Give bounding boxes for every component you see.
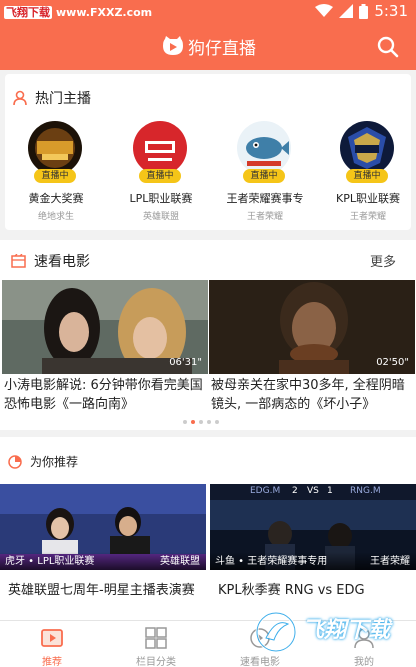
avatar — [237, 121, 291, 175]
movie-caption: 被母亲关在家中30多年, 全程阴暗镜头, 一部病态的《坏小子》 — [211, 378, 405, 412]
watermark-text: 飞翔下载 www.FXXZ.com — [4, 4, 152, 20]
movie-card[interactable]: 06'31" 小涛电影解说: 6分钟带你看完美国恐怖电影《一路向南》 — [2, 280, 208, 416]
hot-anchors-title: 热门主播 — [35, 91, 91, 107]
watermark-label: 飞翔下载 — [302, 618, 391, 643]
recommend-overlay: 斗鱼 • 王者荣耀赛事专用 王者荣耀 — [210, 552, 416, 570]
nav-categories[interactable]: 栏目分类 — [104, 621, 208, 667]
wifi-icon — [315, 4, 334, 17]
scoreboard-right-team: RNG.M — [350, 486, 381, 496]
hot-anchors-card: 热门主播 直播中 黄金大奖赛 绝地求生 直播中 LPL职业联赛 英雄联盟 直播中… — [5, 74, 411, 230]
scoreboard: EDG.M 2 VS 1 RNG.M — [210, 486, 416, 498]
signal-icon — [339, 4, 354, 18]
quick-movies-header: 速看电影 — [11, 251, 90, 271]
quick-movies-section: 速看电影 更多 06'31" 小涛电影解说: 6分钟带你看完美国恐怖电影《一路向… — [0, 240, 416, 430]
nav-label: 推荐 — [42, 657, 62, 667]
quick-movies-title: 速看电影 — [34, 254, 90, 270]
anchor-item[interactable]: 直播中 KPL职业联赛 王者荣耀 — [318, 121, 416, 226]
recommend-thumbnail: 虎牙 • LPL职业联赛 英雄联盟 — [0, 484, 206, 570]
anchor-name: 黄金大奖赛 — [28, 192, 84, 205]
recommend-icon — [8, 454, 22, 469]
movie-card[interactable]: 02'50" 被母亲关在家中30多年, 全程阴暗镜头, 一部病态的《坏小子》 — [209, 280, 415, 416]
movie-thumbnail: 02'50" — [209, 280, 415, 374]
recommend-header: 为你推荐 — [8, 453, 78, 470]
live-badge: 直播中 — [139, 169, 181, 183]
live-badge: 直播中 — [346, 169, 388, 183]
recommend-item-title: KPL秋季赛 RNG vs EDG — [218, 583, 365, 598]
more-link[interactable]: 更多 — [370, 251, 396, 270]
nav-recommend[interactable]: 推荐 — [0, 621, 104, 667]
movie-thumbnail: 06'31" — [2, 280, 208, 374]
watermark-url: www.FXXZ.com — [56, 6, 153, 19]
nav-label: 栏目分类 — [136, 657, 176, 667]
recommend-section: 为你推荐 虎牙 • LPL职业联赛 英雄联盟 英雄联盟七周年-明星主播表演赛 E… — [0, 437, 416, 620]
app-title: 狗仔直播 — [188, 39, 256, 59]
anchor-person-icon — [13, 90, 27, 106]
recommend-title: 为你推荐 — [30, 455, 79, 469]
recommend-thumbnail: EDG.M 2 VS 1 RNG.M 斗鱼 • 王者荣耀赛事专用 王者荣耀 — [210, 484, 416, 570]
anchor-item[interactable]: 直播中 LPL职业联赛 英雄联盟 — [111, 121, 211, 226]
anchor-category: 英雄联盟 — [142, 212, 179, 222]
anchor-name: LPL职业联赛 — [129, 192, 193, 205]
recommend-card[interactable]: EDG.M 2 VS 1 RNG.M 斗鱼 • 王者荣耀赛事专用 王者荣耀 KP… — [210, 484, 416, 598]
carousel-dot — [207, 420, 211, 424]
recommend-overlay: 虎牙 • LPL职业联赛 英雄联盟 — [0, 552, 206, 570]
app-header: 狗仔直播 — [0, 24, 416, 70]
recommend-card[interactable]: 虎牙 • LPL职业联赛 英雄联盟 英雄联盟七周年-明星主播表演赛 — [0, 484, 206, 598]
carousel-dot — [183, 420, 187, 424]
avatar — [340, 121, 394, 175]
grid-icon — [145, 627, 167, 649]
download-watermark: 飞翔下载 — [252, 604, 412, 664]
anchor-name: 王者荣耀赛事专 — [226, 192, 304, 205]
live-badge: 直播中 — [34, 169, 76, 183]
watermark-badge: 飞翔下载 — [4, 6, 52, 19]
scoreboard-right-score: 1 — [327, 486, 333, 496]
anchor-category: 绝地求生 — [37, 212, 74, 222]
anchor-category: 王者荣耀 — [349, 212, 386, 222]
carousel-dot — [199, 420, 203, 424]
recommend-tag: 英雄联盟 — [160, 556, 200, 567]
movie-duration: 02'50" — [376, 357, 409, 368]
scoreboard-left-score: 2 — [292, 486, 298, 496]
movie-duration: 06'31" — [169, 357, 202, 368]
carousel-dot — [215, 420, 219, 424]
carousel-dot-active — [191, 420, 195, 424]
battery-icon — [359, 3, 369, 19]
search-icon[interactable] — [376, 35, 400, 59]
watermark-logo-icon — [255, 611, 297, 653]
anchor-category: 王者荣耀 — [246, 212, 283, 222]
play-logo-icon — [163, 36, 183, 55]
recommend-source: 虎牙 • LPL职业联赛 — [5, 556, 95, 567]
tv-play-icon — [41, 629, 63, 647]
anchor-item[interactable]: 直播中 王者荣耀赛事专 王者荣耀 — [215, 121, 315, 226]
anchor-name: KPL职业联赛 — [336, 192, 400, 205]
recommend-source: 斗鱼 • 王者荣耀赛事专用 — [215, 556, 328, 567]
film-icon — [11, 254, 26, 268]
clock: 5:31 — [374, 2, 408, 20]
movie-caption: 小涛电影解说: 6分钟带你看完美国恐怖电影《一路向南》 — [4, 378, 203, 412]
avatar — [28, 121, 82, 175]
scoreboard-left-team: EDG.M — [250, 486, 281, 496]
recommend-item-title: 英雄联盟七周年-明星主播表演赛 — [8, 583, 195, 598]
hot-anchors-header: 热门主播 — [13, 88, 91, 108]
recommend-tag: 王者荣耀 — [370, 556, 410, 567]
live-badge: 直播中 — [243, 169, 285, 183]
status-bar: 飞翔下载 www.FXXZ.com 5:31 — [0, 0, 416, 24]
anchor-item[interactable]: 直播中 黄金大奖赛 绝地求生 — [6, 121, 106, 226]
avatar — [133, 121, 187, 175]
carousel-indicator — [183, 420, 219, 424]
scoreboard-vs: VS — [307, 486, 319, 496]
